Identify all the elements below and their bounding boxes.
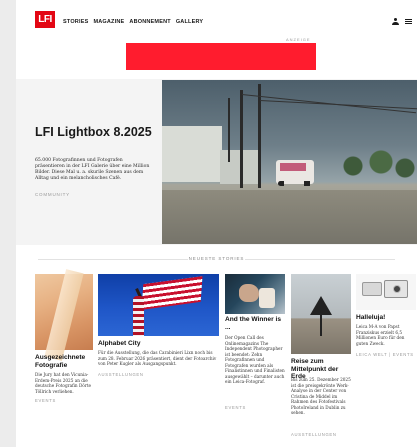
nav-abonnement[interactable]: ABONNEMENT [129,19,170,25]
hero-image-van [276,160,314,186]
story-text: Für die Ausstellung, die das Carabinieri… [98,350,217,366]
site-header: LFI STORIES MAGAZINE ABONNEMENT GALLERY [16,0,417,44]
nav-magazine[interactable]: MAGAZINE [93,19,124,25]
story-image[interactable] [98,274,219,336]
story-image[interactable] [356,274,416,310]
story-text: Die Jury hat den Vicunia-Erdem-Preis 202… [35,372,91,394]
story-text: Leica M-A von Papst Franziskus erzielt 6… [356,324,405,346]
story-tag[interactable]: EVENTS [225,405,246,410]
story-tag[interactable]: LEICA WELT | EVENTS [356,352,414,357]
story-image-person [133,296,144,336]
user-icon[interactable] [392,18,399,26]
story-image-flag [141,276,203,310]
story-image-post [320,314,322,336]
camera-lens-icon [393,285,401,293]
story-tag[interactable]: AUSSTELLUNGEN [291,432,337,437]
hero-image[interactable] [162,80,417,244]
story-title[interactable]: And the Winner is ... [225,316,285,331]
story-image-figure [259,288,275,308]
story-text: Der Open Call des Onlinemagazins The Ind… [225,335,285,384]
story-tag[interactable]: EVENTS [35,398,56,403]
story-title[interactable]: Halleluja! [356,314,416,322]
lfi-logo[interactable]: LFI [35,11,55,28]
hero-image-wire [259,100,417,110]
hero-image-trees [337,142,417,182]
menu-icon[interactable] [405,19,412,24]
story-text: Bis zum 25. Dezember 2025 ist die preisg… [291,377,351,415]
hero-image-road [162,190,417,244]
hero-image-pole [228,98,230,162]
nav-gallery[interactable]: GALLERY [176,19,203,25]
ad-label: ANZEIGE [286,37,311,42]
page: LFI STORIES MAGAZINE ABONNEMENT GALLERY … [16,0,417,447]
hero-tag[interactable]: COMMUNITY [35,192,70,197]
story-tag[interactable]: AUSSTELLUNGEN [98,372,144,377]
main-nav: STORIES MAGAZINE ABONNEMENT GALLERY [63,19,203,25]
section-label: NEUESTE STORIES [16,256,417,261]
camera-icon [362,282,382,296]
hero-title[interactable]: LFI Lightbox 8.2025 [35,126,160,139]
story-title[interactable]: Ausgezeichnete Fotografie [35,354,95,369]
hero-text: 65.000 Fotografinnen und Fotografen präs… [35,158,150,181]
hero-image-building [162,126,222,182]
story-image[interactable] [35,274,93,350]
story-image-figure [239,284,259,302]
ad-banner[interactable] [126,43,316,70]
story-image[interactable] [291,274,351,354]
story-title[interactable]: Alphabet City [98,340,219,348]
story-image[interactable] [225,274,285,314]
nav-stories[interactable]: STORIES [63,19,88,25]
story-image-sign [310,296,332,315]
hero-image-pole [240,90,243,188]
